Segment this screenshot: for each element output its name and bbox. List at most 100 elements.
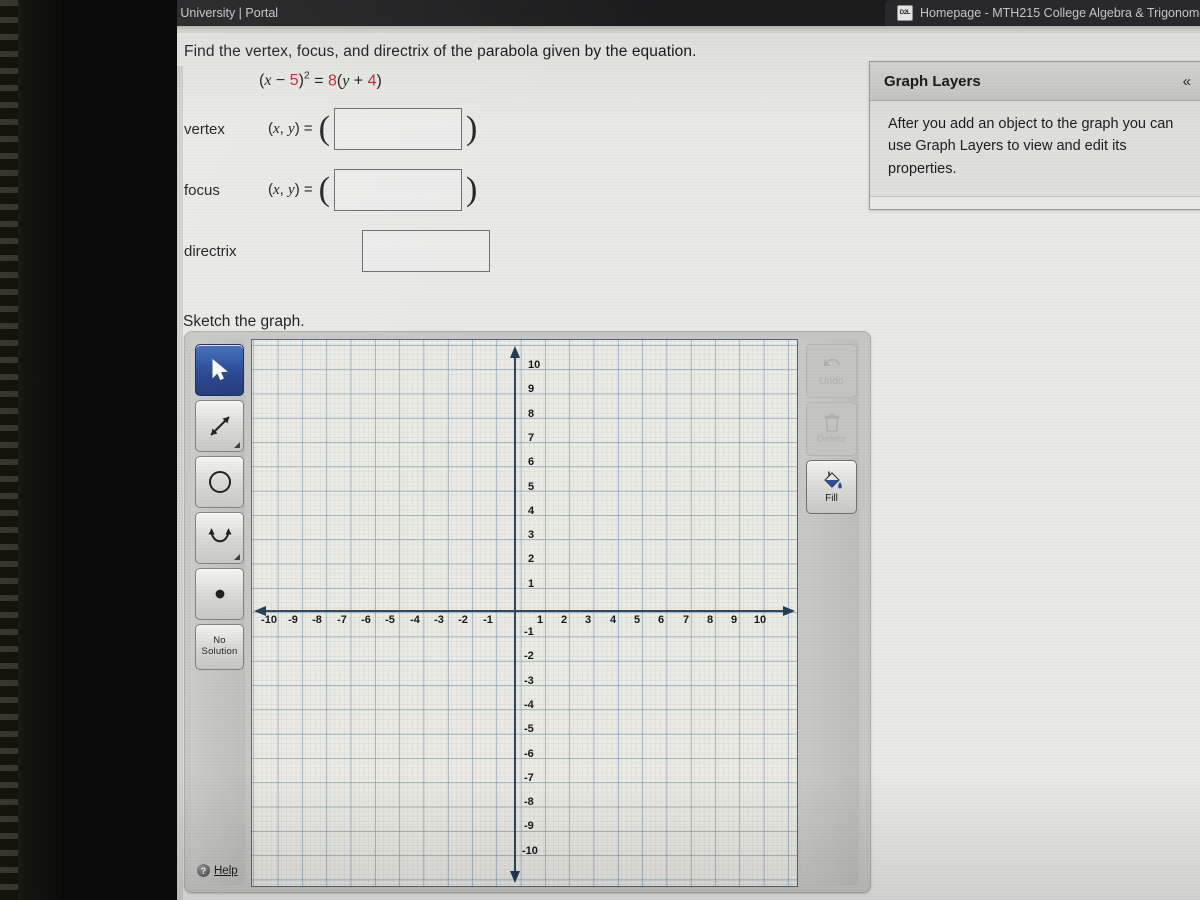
svg-text:-2: -2 — [458, 614, 468, 626]
svg-text:-9: -9 — [288, 614, 298, 626]
browser-chrome-edge — [177, 26, 1200, 33]
tool-options-corner-icon[interactable] — [234, 554, 240, 560]
graph-layers-header: Graph Layers « — [870, 62, 1200, 101]
graph-canvas[interactable]: -10 -9 -8 -7 -6 -5 -4 -3 -2 -1 1 2 3 4 5… — [251, 339, 798, 887]
equation-rhs: 8(y + 4) — [327, 72, 382, 90]
svg-text:-6: -6 — [524, 748, 534, 760]
browser-tab-mth215[interactable]: D2L Homepage - MTH215 College Algebra & … — [885, 0, 1200, 26]
trash-icon — [824, 413, 839, 432]
circle-icon — [208, 471, 231, 493]
browser-tab-label: Homepage - MTH215 College Algebra & Trig… — [920, 6, 1200, 20]
svg-text:10: 10 — [528, 359, 540, 371]
line-tool[interactable] — [195, 400, 244, 452]
browser-tab-label: National University | Portal — [177, 6, 279, 20]
browser-tab-bar: NU National University | Portal D2L Home… — [177, 0, 1200, 26]
directrix-label: directrix — [184, 242, 237, 260]
svg-text:8: 8 — [528, 408, 534, 420]
graph-layers-description: After you add an object to the graph you… — [870, 101, 1200, 197]
svg-text:-7: -7 — [524, 772, 534, 784]
svg-text:-4: -4 — [410, 614, 421, 626]
graph-toolbar-left: No Solution ? Help — [191, 339, 245, 885]
svg-text:-4: -4 — [524, 699, 535, 711]
equation-equals: = — [309, 72, 328, 90]
bezel-vent-grill — [0, 0, 18, 900]
svg-text:-1: -1 — [483, 614, 493, 626]
svg-text:7: 7 — [683, 614, 689, 626]
svg-text:5: 5 — [634, 614, 640, 626]
delete-button[interactable]: Delete — [806, 402, 857, 456]
focus-coord-label: (x, y) = — [268, 181, 313, 198]
graph-layers-title: Graph Layers — [884, 72, 981, 90]
help-icon: ? — [197, 864, 210, 877]
graph-layers-panel: Graph Layers « After you add an object t… — [869, 61, 1200, 211]
svg-text:6: 6 — [658, 614, 664, 626]
equation-number-8: 8 — [327, 72, 337, 90]
svg-text:-3: -3 — [524, 675, 534, 687]
svg-text:-5: -5 — [385, 614, 395, 626]
line-segment-icon — [209, 416, 230, 436]
focus-input[interactable] — [333, 169, 462, 211]
svg-text:-9: -9 — [524, 820, 534, 832]
undo-button[interactable]: Undo — [806, 344, 857, 398]
svg-text:3: 3 — [528, 529, 534, 541]
tool-options-corner-icon[interactable] — [234, 442, 240, 448]
equation-lhs: (x − 5)2 — [259, 70, 310, 90]
svg-text:6: 6 — [528, 456, 534, 468]
graphing-tool: No Solution ? Help -10 -9 -8 -7 -6 -5 -4… — [184, 331, 871, 893]
circle-tool[interactable] — [195, 456, 244, 508]
svg-text:-1: -1 — [524, 626, 534, 638]
svg-text:4: 4 — [528, 505, 535, 517]
filled-dot-icon — [215, 589, 224, 599]
d2l-logo-icon: D2L — [897, 5, 913, 21]
monitor-bezel-left — [0, 0, 62, 900]
dark-background-area — [62, 0, 177, 900]
svg-text:-10: -10 — [522, 845, 538, 857]
equation-display: (x − 5)2 = 8(y + 4) — [259, 70, 382, 90]
focus-label: focus — [184, 181, 220, 199]
point-tool[interactable] — [195, 568, 244, 620]
paint-bucket-icon — [823, 471, 842, 489]
no-solution-label-line2: Solution — [201, 646, 238, 657]
svg-text:-10: -10 — [261, 614, 277, 626]
no-solution-button[interactable]: No Solution — [195, 624, 244, 670]
svg-text:5: 5 — [528, 481, 534, 493]
svg-text:1: 1 — [528, 578, 534, 590]
svg-text:-8: -8 — [524, 796, 534, 808]
graph-toolbar-right: Undo Delete Fill — [801, 339, 859, 885]
svg-text:7: 7 — [528, 432, 534, 444]
question-prompt: Find the vertex, focus, and directrix of… — [184, 43, 697, 60]
vertex-coord-label: (x, y) = — [268, 120, 313, 137]
svg-text:-3: -3 — [434, 614, 444, 626]
svg-text:-8: -8 — [312, 614, 322, 626]
svg-text:8: 8 — [707, 614, 713, 626]
screen-area: NU National University | Portal D2L Home… — [177, 0, 1200, 900]
svg-text:4: 4 — [610, 614, 617, 626]
arrow-cursor-icon — [212, 359, 228, 381]
help-link[interactable]: ? Help — [197, 864, 247, 877]
svg-text:-2: -2 — [524, 650, 534, 662]
directrix-input[interactable] — [362, 230, 490, 272]
svg-text:10: 10 — [754, 614, 766, 626]
svg-text:2: 2 — [561, 614, 567, 626]
parabola-tool[interactable] — [195, 512, 244, 564]
svg-text:-6: -6 — [361, 614, 371, 626]
collapse-panel-icon[interactable]: « — [1183, 73, 1191, 90]
help-label: Help — [214, 864, 238, 877]
sketch-graph-label: Sketch the graph. — [183, 313, 305, 330]
browser-tab-national-university[interactable]: NU National University | Portal — [177, 0, 291, 26]
svg-text:3: 3 — [585, 614, 591, 626]
vertex-label: vertex — [184, 120, 225, 138]
parabola-icon — [208, 528, 231, 543]
vertex-row: vertex (x, y) = ( ) — [184, 107, 477, 151]
equation-number-4: 4 — [367, 72, 377, 90]
vertex-input[interactable] — [333, 108, 462, 150]
photo-of-screen: NU National University | Portal D2L Home… — [0, 0, 1200, 900]
svg-text:2: 2 — [528, 553, 534, 565]
fill-button[interactable]: Fill — [806, 460, 857, 514]
delete-label: Delete — [817, 434, 846, 445]
undo-icon — [823, 358, 840, 366]
svg-text:-7: -7 — [337, 614, 347, 626]
select-tool[interactable] — [195, 344, 244, 396]
graph-layers-footer — [870, 196, 1200, 210]
page-content: Find the vertex, focus, and directrix of… — [177, 33, 1200, 900]
